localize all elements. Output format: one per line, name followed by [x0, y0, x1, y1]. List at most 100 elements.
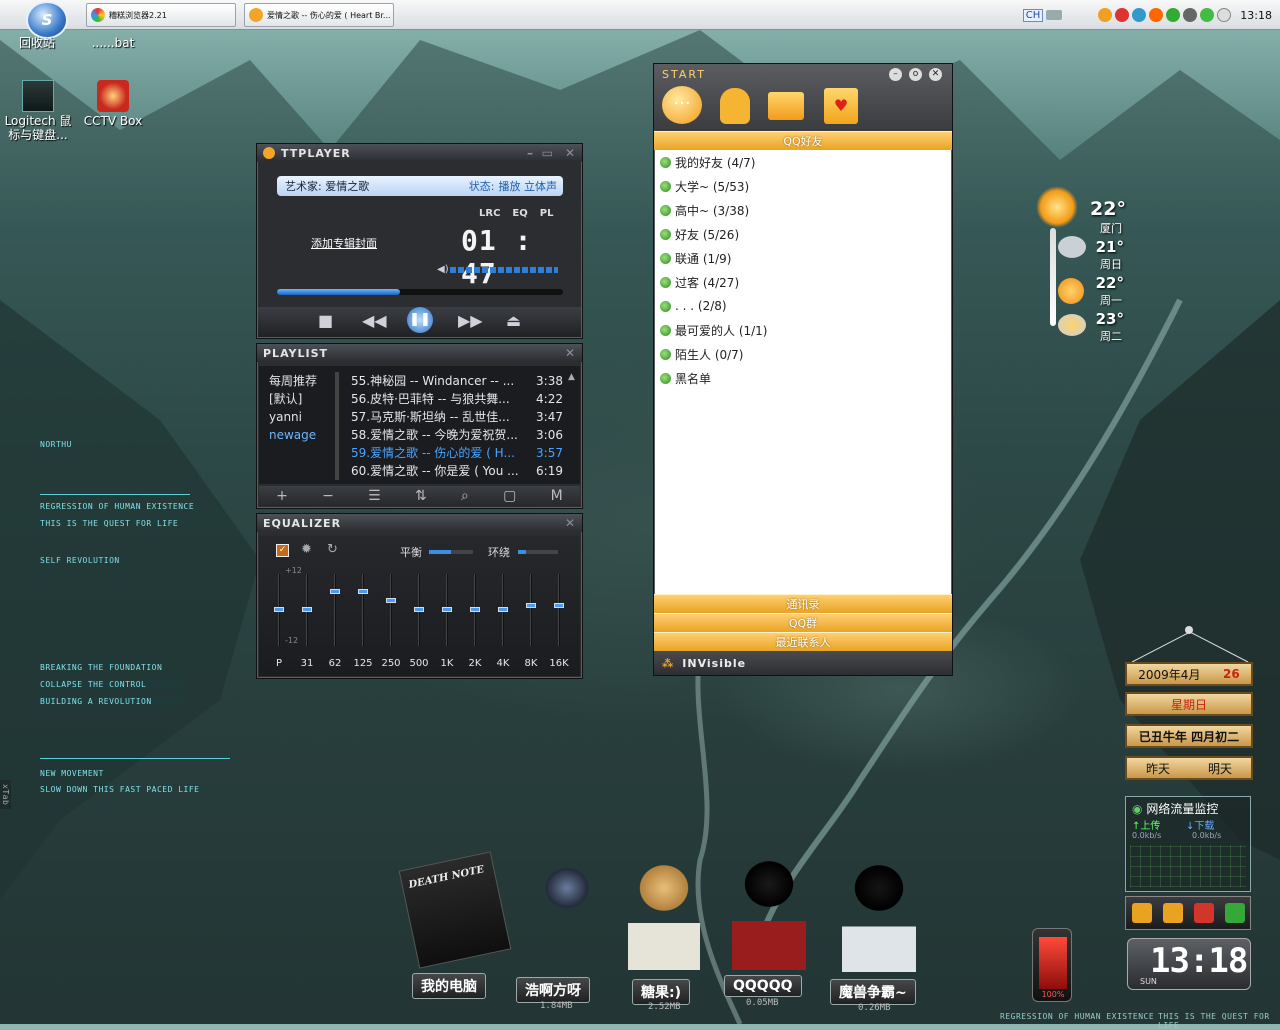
- shutdown-icon[interactable]: [1193, 903, 1214, 923]
- file-icon[interactable]: ▢: [503, 488, 516, 504]
- add-cover-link[interactable]: 添加专辑封面: [311, 235, 377, 251]
- seek-bar[interactable]: [277, 289, 563, 295]
- yesterday-button[interactable]: 昨天: [1146, 760, 1170, 777]
- sort-icon[interactable]: ⇅: [415, 488, 427, 504]
- playlist-group[interactable]: yanni: [269, 408, 317, 426]
- volume-slider[interactable]: [450, 267, 558, 273]
- friend-group[interactable]: . . . (2/8): [654, 294, 952, 318]
- keyboard-icon[interactable]: [1046, 10, 1063, 20]
- desktop-icon-logitech[interactable]: Logitech 鼠标与键盘...: [2, 80, 74, 142]
- eq-slider[interactable]: [498, 574, 508, 646]
- eq-slider-knob[interactable]: [554, 603, 564, 609]
- eq-slider-knob[interactable]: [386, 598, 396, 603]
- side-tab[interactable]: xTab: [0, 780, 11, 810]
- tomorrow-button[interactable]: 明天: [1208, 760, 1232, 777]
- maximize-icon[interactable]: ▭: [542, 146, 554, 160]
- tab-contacts[interactable]: 通讯录: [654, 594, 952, 613]
- playlist-titlebar[interactable]: PLAYLIST ✕: [257, 344, 582, 362]
- eq-slider-knob[interactable]: [414, 607, 424, 612]
- ryuk-figure-icon[interactable]: [534, 848, 600, 958]
- language-indicator[interactable]: CH: [1022, 8, 1044, 22]
- light-figure-icon[interactable]: [628, 852, 700, 970]
- tray-app-icon[interactable]: [1115, 8, 1130, 22]
- friend-group[interactable]: 大学~ (5/53): [654, 174, 952, 198]
- desktop-icon-bat[interactable]: ......bat: [86, 36, 140, 50]
- eq-enable-checkbox[interactable]: ✓: [276, 544, 289, 557]
- friend-group[interactable]: 最可爱的人 (1/1): [654, 318, 952, 342]
- minimize-icon[interactable]: –: [527, 146, 534, 160]
- track-row[interactable]: 58.爱情之歌 -- 今晚为爱祝贺... 3:06: [351, 426, 563, 444]
- eq-slider[interactable]: [442, 574, 452, 646]
- stop-button[interactable]: ■: [318, 311, 333, 330]
- remove-icon[interactable]: −: [322, 488, 334, 504]
- find-icon[interactable]: ⌕: [461, 488, 469, 504]
- playlist-group[interactable]: 每周推荐: [269, 372, 317, 390]
- track-row[interactable]: 59.爱情之歌 -- 伤心的爱 ( H... 3:57: [351, 444, 563, 462]
- friend-group[interactable]: 高中~ (3/38): [654, 198, 952, 222]
- add-contact-icon[interactable]: [720, 88, 750, 124]
- playlist-group[interactable]: [默认]: [269, 390, 317, 408]
- close-icon[interactable]: ✕: [565, 146, 576, 160]
- eq-slider-knob[interactable]: [470, 607, 480, 612]
- volume-icon[interactable]: [1217, 8, 1232, 22]
- eq-slider[interactable]: [526, 574, 536, 646]
- tab-recent[interactable]: 最近联系人: [654, 632, 952, 651]
- taskbar-task-ttplayer[interactable]: 爱情之歌 -- 伤心的爱 ( Heart Br...: [244, 3, 394, 27]
- tray-app-icon[interactable]: [1183, 8, 1198, 22]
- eq-slider-knob[interactable]: [330, 589, 340, 594]
- playlist-scrollbar[interactable]: ▲: [568, 372, 576, 480]
- taskbar-task-browser[interactable]: 糟糕浏览器2.21: [86, 3, 236, 27]
- eq-slider[interactable]: [358, 574, 368, 646]
- eq-slider[interactable]: [414, 574, 424, 646]
- eq-slider[interactable]: [386, 574, 396, 646]
- close-icon[interactable]: ✕: [929, 68, 942, 81]
- desktop-icon-cctv-box[interactable]: CCTV Box: [82, 80, 144, 128]
- eq-slider-knob[interactable]: [358, 589, 368, 594]
- section-qq-friends[interactable]: QQ好友: [654, 131, 952, 150]
- tray-app-icon[interactable]: [1149, 8, 1164, 22]
- chat-icon[interactable]: ···: [662, 86, 702, 124]
- track-row[interactable]: 56.皮特·巴菲特 -- 与狼共舞... 4:22: [351, 390, 563, 408]
- equalizer-titlebar[interactable]: EQUALIZER ✕: [257, 514, 582, 532]
- track-row[interactable]: 60.爱情之歌 -- 你是爱 ( You ... 6:19: [351, 462, 563, 480]
- eq-toggle[interactable]: EQ: [512, 208, 527, 219]
- track-row[interactable]: 55.神秘园 -- Windancer -- ... 3:38: [351, 372, 563, 390]
- friend-group[interactable]: 陌生人 (0/7): [654, 342, 952, 366]
- reset-icon[interactable]: ↻: [327, 542, 338, 557]
- pause-button[interactable]: ❚❚: [407, 307, 433, 333]
- lrc-toggle[interactable]: LRC: [479, 208, 500, 219]
- friend-group[interactable]: 好友 (5/26): [654, 222, 952, 246]
- start-button[interactable]: S: [26, 1, 68, 39]
- ttplayer-titlebar[interactable]: TTPLAYER – ▭ ✕: [257, 144, 582, 162]
- eq-slider[interactable]: [274, 574, 284, 646]
- eq-slider[interactable]: [330, 574, 340, 646]
- mail-icon[interactable]: [768, 92, 804, 120]
- friend-group[interactable]: 我的好友 (4/7): [654, 150, 952, 174]
- eq-slider-knob[interactable]: [526, 603, 536, 609]
- power-icon[interactable]: [1162, 903, 1183, 923]
- figure-label[interactable]: 浩啊方呀: [516, 977, 590, 1003]
- gear-icon[interactable]: ✹: [301, 542, 312, 557]
- eq-slider-knob[interactable]: [442, 607, 452, 612]
- friend-group[interactable]: 黑名单: [654, 366, 952, 390]
- friend-group[interactable]: 联通 (1/9): [654, 246, 952, 270]
- tab-qq-groups[interactable]: QQ群: [654, 613, 952, 632]
- close-icon[interactable]: ✕: [565, 346, 576, 360]
- list-icon[interactable]: ☰: [368, 488, 381, 504]
- track-row[interactable]: 57.马克斯·斯坦纳 -- 乱世佳... 3:47: [351, 408, 563, 426]
- taskbar-clock[interactable]: 13:18: [1240, 9, 1272, 22]
- restart-icon[interactable]: [1224, 903, 1245, 923]
- l-figure-icon[interactable]: [842, 852, 916, 972]
- figure-label-my-computer[interactable]: 我的电脑: [412, 973, 486, 999]
- l-chair-figure-icon[interactable]: [732, 848, 806, 970]
- friend-group[interactable]: 过客 (4/27): [654, 270, 952, 294]
- status-bar[interactable]: ⁂ INVisible: [654, 651, 952, 675]
- tray-app-icon[interactable]: [1200, 8, 1215, 22]
- qq-tray-icon[interactable]: [1098, 8, 1113, 22]
- qzone-icon[interactable]: ♥: [824, 88, 858, 124]
- tray-app-icon[interactable]: [1132, 8, 1147, 22]
- pl-toggle[interactable]: PL: [540, 208, 554, 219]
- desktop-icon-recycle-bin[interactable]: 回收站: [12, 36, 62, 50]
- eq-slider-knob[interactable]: [498, 607, 508, 612]
- minimize-icon[interactable]: –: [889, 68, 902, 81]
